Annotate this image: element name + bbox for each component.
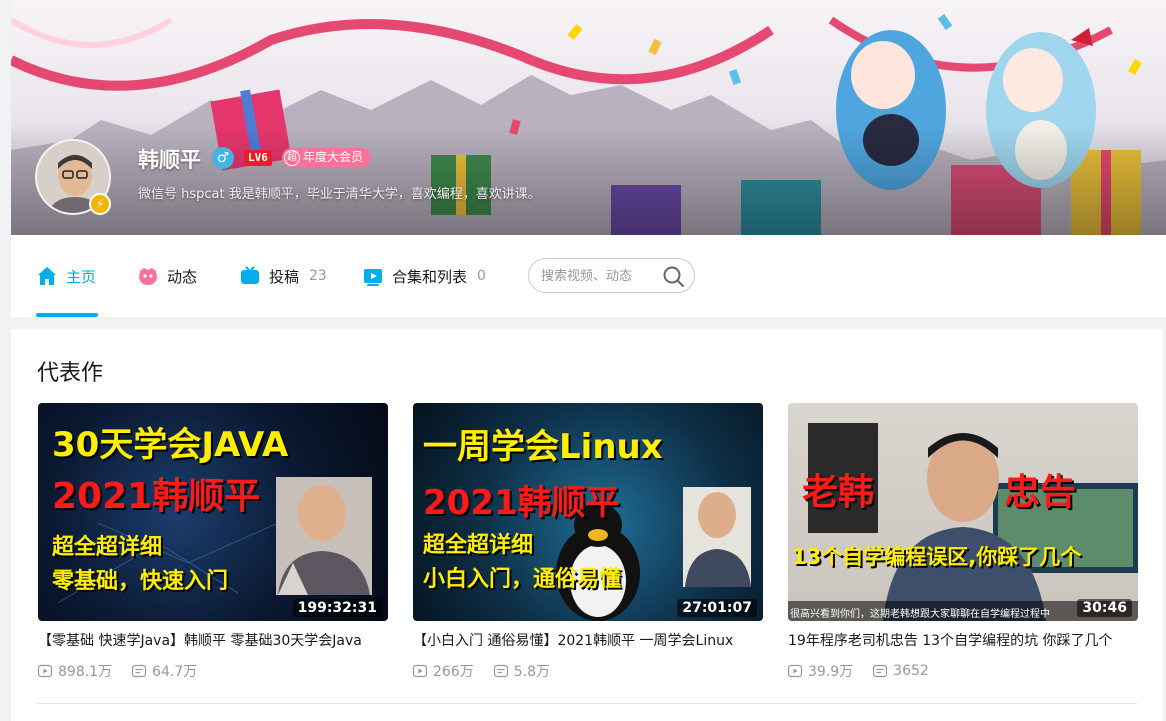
level-badge: LV6 (244, 150, 272, 166)
danmaku-count: 3652 (873, 661, 929, 681)
video-stats: 266万 5.8万 (413, 661, 763, 681)
danmaku-icon (873, 664, 888, 678)
tab-home[interactable]: 主页 (36, 264, 96, 288)
search-input[interactable] (541, 267, 656, 285)
play-icon (788, 664, 802, 678)
cover-title: 一周学会Linux (423, 427, 663, 467)
video-cover[interactable]: 一周学会Linux 2021韩顺平 超全超详细 小白入门，通俗易懂 27:01:… (413, 403, 763, 621)
tab-dynamic[interactable]: 动态 (137, 264, 197, 288)
vip-char: 超 (284, 149, 300, 166)
danmaku-count: 5.8万 (493, 661, 550, 681)
video-stats: 898.1万 64.7万 (38, 661, 388, 681)
video-duration: 199:32:31 (292, 599, 382, 617)
video-card[interactable]: 老韩 忠告 13个自学编程误区,你踩了几个 很高兴看到你们，这期老韩想跟大家聊聊… (788, 403, 1138, 681)
video-stats: 39.9万 3652 (788, 661, 1138, 681)
view-count: 39.9万 (788, 661, 853, 681)
cover-tag-1: 超全超详细 (423, 533, 534, 558)
active-tab-indicator (36, 313, 98, 317)
tab-collections[interactable]: 合集和列表 0 (362, 264, 486, 288)
cover-title: 13个自学编程误区,你踩了几个 (792, 545, 1082, 569)
danmaku-icon (132, 664, 147, 678)
collection-icon (364, 269, 382, 286)
video-cover[interactable]: 老韩 忠告 13个自学编程误区,你踩了几个 很高兴看到你们，这期老韩想跟大家聊聊… (788, 403, 1138, 621)
cover-subtitle: 2021韩顺平 (52, 476, 261, 517)
play-icon (38, 664, 52, 678)
cover-tag-2: 小白入门，通俗易懂 (423, 567, 622, 592)
section-divider (37, 703, 1137, 704)
video-duration: 30:46 (1077, 599, 1132, 617)
tab-collections-label: 合集和列表 (392, 267, 468, 286)
view-count-value: 39.9万 (808, 664, 854, 680)
section-title: 代表作 (37, 361, 104, 386)
view-count-value: 266万 (433, 664, 474, 680)
danmaku-count-value: 5.8万 (513, 664, 550, 680)
profile-page: ⚡ 韩顺平 ♂ LV6 超 年度大会员 微信号 hspcat 我是韩顺平，毕业于… (0, 0, 1166, 721)
view-count: 898.1万 (38, 661, 112, 681)
video-title[interactable]: 【小白入门 通俗易懂】2021韩顺平 一周学会Linux (413, 630, 763, 650)
video-card[interactable]: 一周学会Linux 2021韩顺平 超全超详细 小白入门，通俗易懂 27:01:… (413, 403, 763, 681)
tab-dynamic-label: 动态 (167, 267, 198, 286)
user-name: 韩顺平 (138, 148, 201, 172)
lightning-icon: ⚡ (89, 193, 111, 215)
masterpiece-section: 代表作 30天学会JAVA 2021韩顺平 超全超详细 零基础，快速入门 199… (11, 329, 1163, 721)
danmaku-count-value: 3652 (893, 663, 929, 679)
tab-uploads-label: 投稿 (269, 267, 300, 286)
cover-tag-2: 零基础，快速入门 (52, 569, 229, 594)
profile-nav: 主页 动态 投稿 23 合集和列表 0 (11, 235, 1166, 317)
vip-badge[interactable]: 超 年度大会员 (282, 148, 372, 167)
video-duration: 27:01:07 (677, 599, 757, 617)
male-icon: ♂ (212, 147, 234, 169)
video-cover[interactable]: 30天学会JAVA 2021韩顺平 超全超详细 零基础，快速入门 199:32:… (38, 403, 388, 621)
dynamic-icon (139, 268, 157, 285)
view-count-value: 898.1万 (58, 664, 113, 680)
cover-caption: 很高兴看到你们，这期老韩想跟大家聊聊在自学编程过程中 (790, 609, 1050, 620)
cover-right-text: 忠告 (1004, 472, 1077, 513)
collections-count: 0 (477, 268, 486, 284)
cover-subtitle: 2021韩顺平 (423, 483, 620, 523)
user-sign: 微信号 hspcat 我是韩顺平，毕业于清华大学，喜欢编程，喜欢讲课。 (138, 187, 541, 202)
cover-left-text: 老韩 (802, 472, 875, 513)
danmaku-icon (493, 664, 508, 678)
uploads-count: 23 (309, 268, 327, 284)
video-title[interactable]: 【零基础 快速学Java】韩顺平 零基础30天学会Java (38, 630, 388, 650)
tab-home-label: 主页 (66, 267, 97, 286)
tv-icon (241, 266, 259, 284)
tab-uploads[interactable]: 投稿 23 (239, 264, 327, 288)
video-card[interactable]: 30天学会JAVA 2021韩顺平 超全超详细 零基础，快速入门 199:32:… (38, 403, 388, 681)
play-icon (413, 664, 427, 678)
danmaku-count: 64.7万 (132, 661, 197, 681)
cover-title: 30天学会JAVA (52, 425, 289, 465)
video-title[interactable]: 19年程序老司机忠告 13个自学编程的坑 你踩了几个 (788, 630, 1138, 650)
banner-shade (11, 125, 1166, 235)
danmaku-count-value: 64.7万 (152, 664, 198, 680)
cover-tag-1: 超全超详细 (52, 535, 163, 560)
vip-label: 年度大会员 (303, 150, 364, 164)
space-search (528, 258, 695, 293)
home-icon (38, 267, 56, 285)
view-count: 266万 (413, 661, 474, 681)
search-icon[interactable] (662, 265, 686, 289)
